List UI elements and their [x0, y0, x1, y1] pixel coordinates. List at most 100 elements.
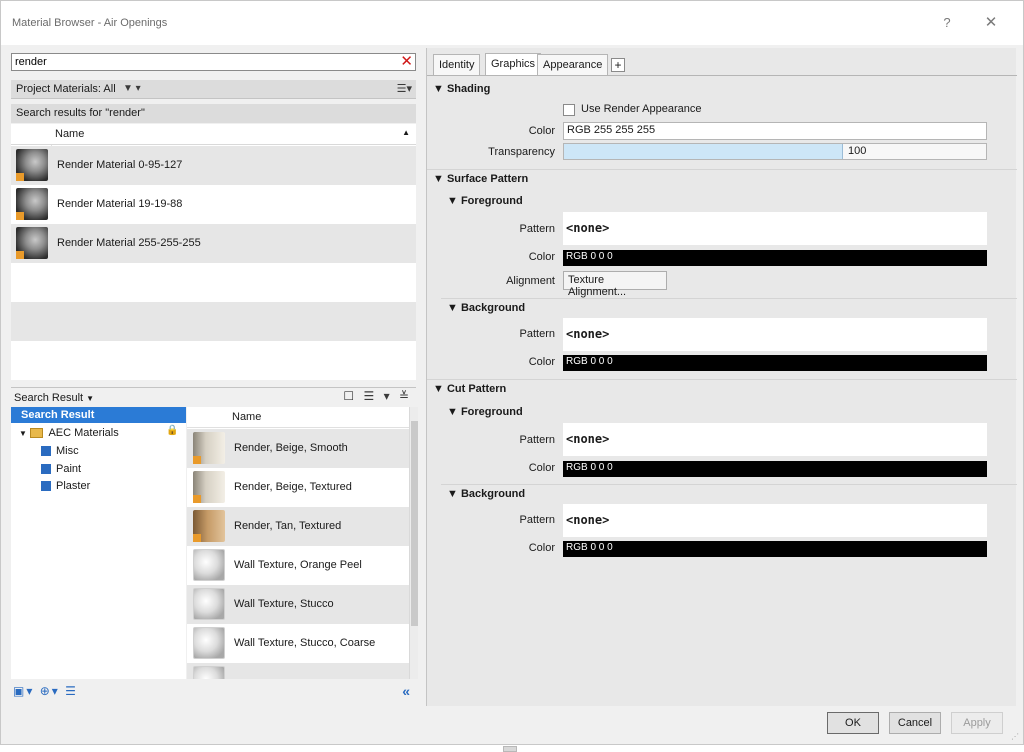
tree-item-aec-materials[interactable]: ▼ AEC Materials	[19, 427, 119, 439]
surface-fg-pattern-field[interactable]: <none>	[563, 212, 987, 245]
tree-item-label: Plaster	[56, 480, 91, 492]
material-name: Render Material 255-255-255	[57, 237, 201, 249]
lock-icon: 🔒	[166, 425, 179, 436]
surface-fg-pattern-label: Pattern	[519, 223, 555, 235]
apply-button[interactable]: Apply	[951, 712, 1003, 734]
shading-color-label: Color	[528, 125, 555, 137]
material-thumbnail-icon	[193, 432, 225, 464]
texture-alignment-button[interactable]: Texture Alignment...	[563, 271, 667, 298]
cut-foreground-header[interactable]: ▼ Foreground	[441, 403, 1017, 422]
table-row[interactable]: Render Material 255-255-255	[11, 224, 416, 263]
tab-appearance[interactable]: Appearance	[537, 54, 609, 75]
search-input[interactable]	[12, 54, 392, 70]
cut-background-header[interactable]: ▼ Background	[441, 484, 1017, 503]
resize-grip-icon[interactable]: ⋰	[1011, 732, 1019, 741]
project-materials-label: Project Materials: All	[16, 83, 116, 95]
close-button[interactable]: ✕	[979, 12, 1003, 34]
category-icon	[41, 481, 51, 492]
use-render-appearance-checkbox[interactable]	[563, 104, 575, 116]
surface-background-header[interactable]: ▼ Background	[441, 298, 1017, 317]
material-name: Render, Tan, Textured	[234, 520, 342, 532]
tree-item-label: Paint	[56, 463, 82, 475]
list-item[interactable]: Render, Beige, Textured	[187, 468, 409, 507]
list-item-partial[interactable]	[187, 663, 409, 679]
library-materials-table: Name Render, Beige, Smooth Render, Beige…	[187, 407, 409, 679]
material-thumbnail-icon	[193, 588, 225, 620]
cancel-button[interactable]: Cancel	[889, 712, 941, 734]
tab-identity[interactable]: Identity	[433, 54, 481, 75]
list-view-icon[interactable]: ☰▾	[397, 82, 412, 95]
filter-icon[interactable]: ▼ ▾	[123, 83, 141, 94]
pattern-value: <none>	[566, 221, 610, 235]
transparency-fill	[564, 144, 843, 159]
list-item[interactable]: Render, Beige, Smooth	[187, 429, 409, 468]
surface-fg-color-field[interactable]: RGB 0 0 0	[563, 250, 987, 266]
cut-pattern-section-header[interactable]: ▼ Cut Pattern	[427, 379, 1017, 398]
expand-icon: ▼	[19, 429, 27, 438]
transparency-value: 100	[848, 145, 867, 157]
tree-item-misc[interactable]: Misc	[41, 445, 79, 457]
material-thumbnail-icon	[193, 471, 225, 503]
taskbar-indicator	[503, 746, 517, 752]
shading-color-field[interactable]: RGB 255 255 255	[563, 122, 987, 140]
shading-section-header[interactable]: ▼ Shading	[427, 80, 1017, 99]
tree-search-result[interactable]: Search Result	[11, 407, 186, 423]
library-breadcrumb[interactable]: Search Result ▼	[14, 392, 94, 404]
tree-item-paint[interactable]: Paint	[41, 463, 81, 475]
cut-fg-color-field[interactable]: RGB 0 0 0	[563, 461, 987, 477]
list-item[interactable]: Wall Texture, Orange Peel	[187, 546, 409, 585]
tab-graphics[interactable]: Graphics	[485, 53, 542, 76]
cut-bg-pattern-field[interactable]: <none>	[563, 504, 987, 537]
surface-bg-color-field[interactable]: RGB 0 0 0	[563, 355, 987, 371]
cut-bg-color-field[interactable]: RGB 0 0 0	[563, 541, 987, 557]
collapse-library-icon[interactable]: «	[402, 683, 410, 699]
add-tab-button[interactable]: +	[611, 58, 625, 72]
properties-pane: Identity Graphics Appearance + ▼ Shading…	[426, 48, 1017, 706]
sort-asc-icon: ▲	[402, 128, 410, 137]
material-browser-window: Material Browser - Air Openings ? ✕ ✕ Pr…	[0, 0, 1024, 745]
list-item[interactable]: Wall Texture, Stucco, Coarse	[187, 624, 409, 663]
list-item[interactable]: Wall Texture, Stucco	[187, 585, 409, 624]
cut-bg-color-label: Color	[528, 542, 555, 554]
help-button[interactable]: ?	[935, 12, 959, 34]
tree-item-label: AEC Materials	[48, 427, 119, 439]
list-item[interactable]: Render, Tan, Textured	[187, 507, 409, 546]
project-materials-bar: Project Materials: All ▼ ▾ ☰▾	[11, 80, 416, 99]
search-results-label: Search results for "render"	[11, 104, 416, 123]
name-column-header: Name	[232, 411, 262, 423]
material-name: Render Material 19-19-88	[57, 198, 183, 210]
dialog-footer: OK Cancel Apply ⋰	[1, 706, 1023, 744]
tree-item-label: Misc	[56, 445, 79, 457]
scroll-thumb[interactable]	[411, 421, 418, 626]
table-row[interactable]: Render Material 0-95-127	[11, 146, 416, 185]
table-header[interactable]: Name ▲	[11, 124, 416, 145]
title-bar: Material Browser - Air Openings ? ✕	[1, 1, 1023, 45]
ok-button[interactable]: OK	[827, 712, 879, 734]
surface-foreground-header[interactable]: ▼ Foreground	[441, 192, 1017, 211]
material-thumbnail-icon	[193, 666, 225, 679]
tree-item-plaster[interactable]: Plaster	[41, 480, 90, 492]
cut-fg-color-label: Color	[528, 462, 555, 474]
library-view-icons[interactable]: ☐ ☰ ▾ ≚	[343, 389, 412, 403]
library-tree: Search Result ▼ AEC Materials 🔒 Misc Pai…	[11, 407, 186, 679]
material-name: Wall Texture, Stucco	[234, 598, 334, 610]
clear-search-icon[interactable]: ✕	[400, 53, 413, 71]
empty-row	[11, 263, 416, 302]
library-scrollbar[interactable]	[409, 407, 418, 679]
surface-bg-pattern-label: Pattern	[519, 328, 555, 340]
tabs-divider	[427, 75, 1017, 76]
material-name: Render, Beige, Textured	[234, 481, 352, 493]
transparency-slider[interactable]: 100	[563, 143, 987, 160]
table-row[interactable]: Render Material 19-19-88	[11, 185, 416, 224]
surface-pattern-section-header[interactable]: ▼ Surface Pattern	[427, 169, 1017, 188]
cut-fg-pattern-field[interactable]: <none>	[563, 423, 987, 456]
window-title: Material Browser - Air Openings	[12, 17, 168, 29]
material-thumbnail-icon	[193, 549, 225, 581]
empty-row	[11, 341, 416, 380]
library-tools-icons[interactable]: ▣▾ ⊕▾ ☰	[13, 684, 78, 698]
surface-bg-pattern-field[interactable]: <none>	[563, 318, 987, 351]
category-icon	[41, 464, 51, 475]
empty-row	[11, 302, 416, 341]
search-box: ✕	[11, 53, 416, 71]
table-header[interactable]: Name	[187, 407, 409, 428]
